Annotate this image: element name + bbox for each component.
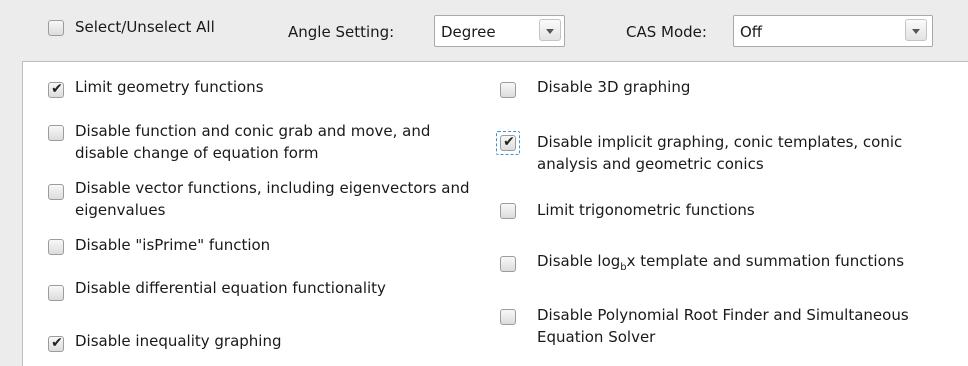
disable-polynomial-checkbox[interactable] bbox=[500, 309, 516, 325]
disable-3d-checkbox[interactable] bbox=[500, 82, 516, 98]
limit-geometry-checkbox[interactable]: ✔ bbox=[48, 81, 64, 98]
angle-setting-dropdown[interactable]: Degree bbox=[434, 15, 565, 47]
disable-log-label-prefix: Disable log bbox=[537, 252, 621, 270]
chevron-down-icon bbox=[912, 29, 920, 34]
cas-mode-dropdown[interactable]: Off bbox=[733, 15, 933, 47]
disable-differential-checkbox[interactable] bbox=[48, 285, 64, 301]
angle-setting-label: Angle Setting: bbox=[288, 23, 395, 41]
disable-vector-label[interactable]: Disable vector functions, including eige… bbox=[75, 177, 480, 221]
disable-implicit-label[interactable]: Disable implicit graphing, conic templat… bbox=[537, 131, 957, 175]
select-all-label[interactable]: Select/Unselect All bbox=[75, 16, 215, 38]
disable-3d-label[interactable]: Disable 3D graphing bbox=[537, 76, 690, 98]
check-icon: ✔ bbox=[51, 81, 63, 97]
check-icon: ✔ bbox=[503, 134, 515, 150]
disable-isprime-label[interactable]: Disable "isPrime" function bbox=[75, 234, 270, 256]
angle-setting-dropdown-button[interactable] bbox=[539, 19, 561, 41]
limit-trig-label[interactable]: Limit trigonometric functions bbox=[537, 199, 755, 221]
disable-inequality-checkbox[interactable]: ✔ bbox=[48, 335, 64, 352]
cas-mode-dropdown-button[interactable] bbox=[905, 19, 927, 41]
limit-geometry-label[interactable]: Limit geometry functions bbox=[75, 76, 264, 98]
angle-setting-value: Degree bbox=[441, 23, 496, 41]
limit-trig-checkbox[interactable] bbox=[500, 203, 516, 219]
disable-implicit-checkbox[interactable]: ✔ bbox=[500, 134, 516, 151]
log-base-subscript: b bbox=[620, 262, 627, 273]
disable-differential-label[interactable]: Disable differential equation functional… bbox=[75, 277, 386, 299]
disable-log-label-suffix: x template and summation functions bbox=[626, 252, 905, 270]
disable-inequality-label[interactable]: Disable inequality graphing bbox=[75, 330, 282, 352]
select-all-checkbox[interactable] bbox=[48, 20, 64, 36]
disable-log-label[interactable]: Disable logbx template and summation fun… bbox=[537, 250, 904, 275]
check-icon: ✔ bbox=[51, 335, 63, 351]
disable-isprime-checkbox[interactable] bbox=[48, 239, 64, 255]
disable-grab-move-label[interactable]: Disable function and conic grab and move… bbox=[75, 120, 480, 164]
disable-log-checkbox[interactable] bbox=[500, 256, 516, 272]
disable-polynomial-label[interactable]: Disable Polynomial Root Finder and Simul… bbox=[537, 304, 962, 348]
disable-vector-checkbox[interactable] bbox=[48, 184, 64, 200]
chevron-down-icon bbox=[546, 29, 554, 34]
cas-mode-value: Off bbox=[740, 23, 763, 41]
disable-grab-move-checkbox[interactable] bbox=[48, 125, 64, 141]
cas-mode-label: CAS Mode: bbox=[626, 23, 707, 41]
